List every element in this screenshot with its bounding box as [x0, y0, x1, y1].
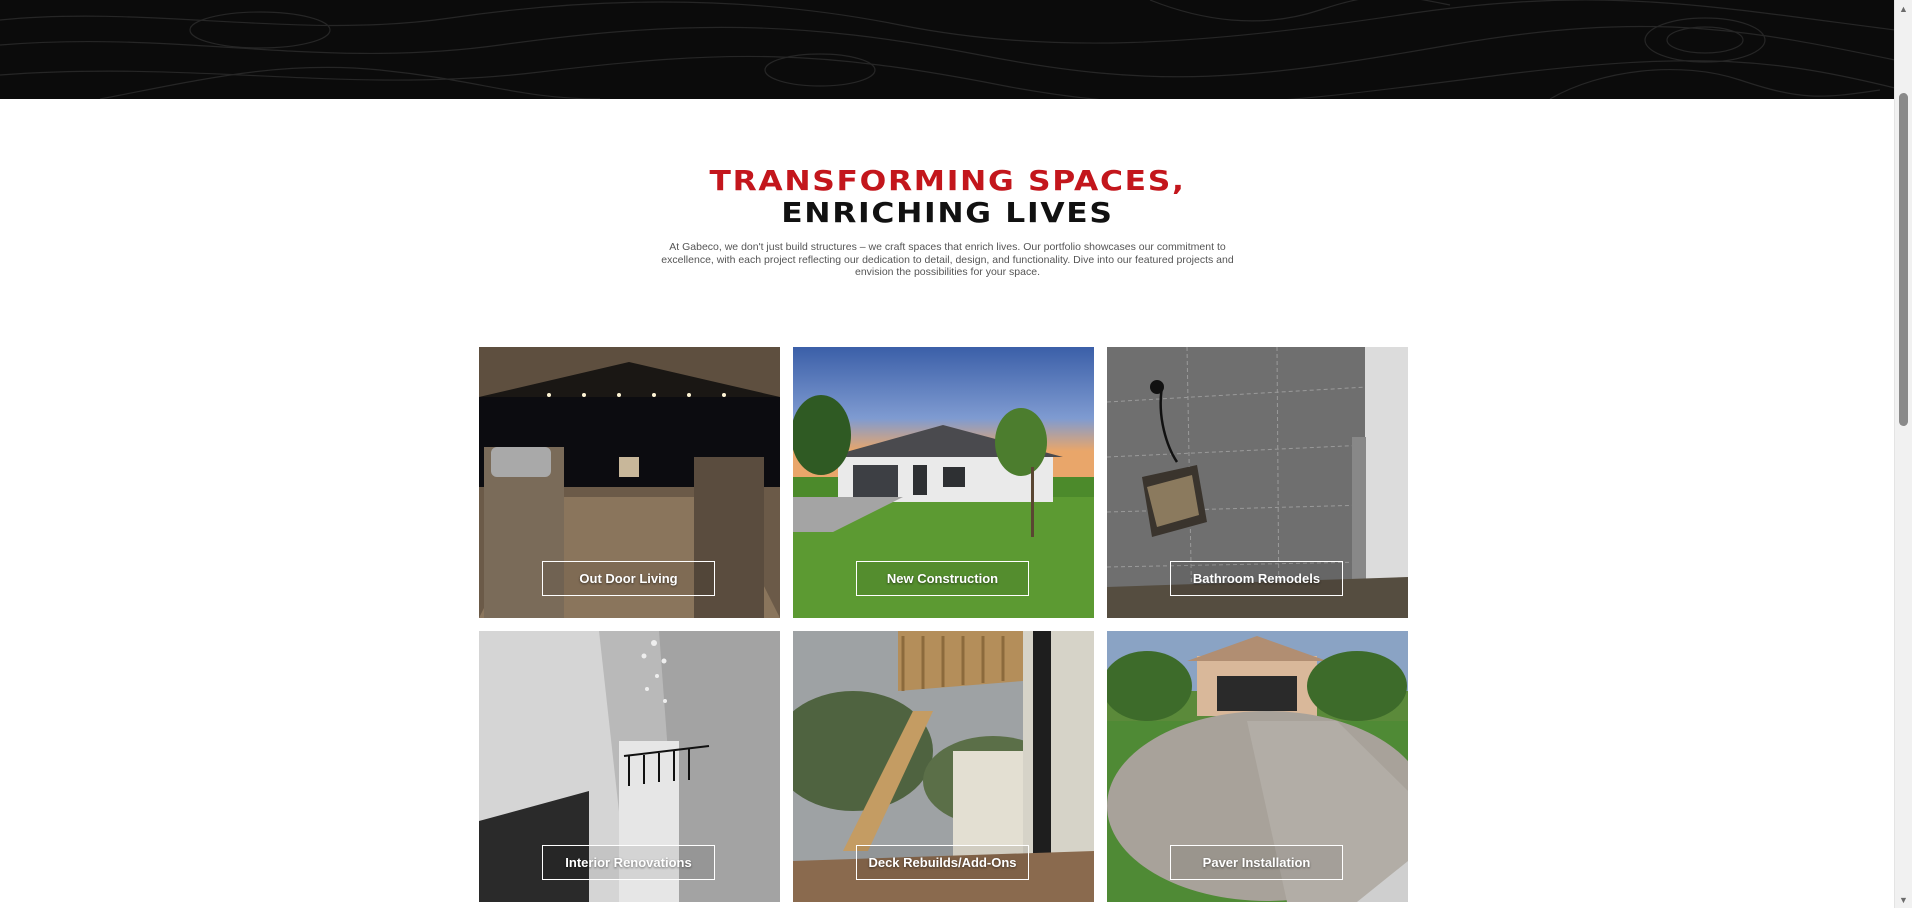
- gallery-tile-outdoor-living[interactable]: Out Door Living: [479, 347, 780, 618]
- gallery-tile-deck-rebuilds[interactable]: Deck Rebuilds/Add-Ons: [793, 631, 1094, 902]
- tile-label-button[interactable]: Out Door Living: [542, 561, 715, 596]
- tile-label-button[interactable]: Paver Installation: [1170, 845, 1343, 880]
- chevron-down-icon[interactable]: ▼: [1895, 891, 1912, 908]
- gallery-tile-interior-renovations[interactable]: Interior Renovations: [479, 631, 780, 902]
- heading-main: ENRICHING LIVES: [781, 196, 1114, 229]
- page: TRANSFORMING SPACES, ENRICHING LIVES At …: [0, 0, 1912, 908]
- scrollbar-thumb[interactable]: [1899, 93, 1908, 426]
- chevron-up-icon[interactable]: ▲: [1895, 0, 1912, 17]
- hero-banner: [0, 0, 1895, 99]
- tile-label-button[interactable]: Deck Rebuilds/Add-Ons: [856, 845, 1029, 880]
- gallery-tile-new-construction[interactable]: New Construction: [793, 347, 1094, 618]
- heading-accent: TRANSFORMING SPACES,: [709, 164, 1186, 197]
- page-scrollbar[interactable]: ▲ ▼: [1894, 0, 1912, 908]
- intro-section: TRANSFORMING SPACES, ENRICHING LIVES At …: [0, 99, 1895, 279]
- tile-label-button[interactable]: New Construction: [856, 561, 1029, 596]
- tile-label-button[interactable]: Bathroom Remodels: [1170, 561, 1343, 596]
- gallery-tile-bathroom-remodels[interactable]: Bathroom Remodels: [1107, 347, 1408, 618]
- tile-label-button[interactable]: Interior Renovations: [542, 845, 715, 880]
- gallery-tile-paver-installation[interactable]: Paver Installation: [1107, 631, 1408, 902]
- topographic-pattern: [0, 0, 1895, 99]
- intro-paragraph: At Gabeco, we don't just build structure…: [661, 241, 1234, 278]
